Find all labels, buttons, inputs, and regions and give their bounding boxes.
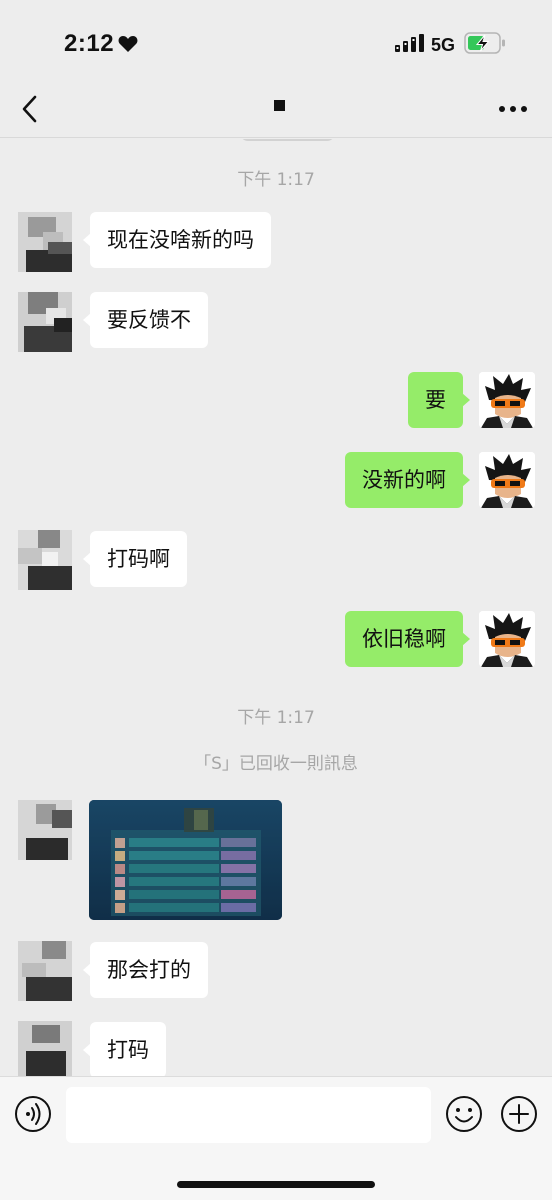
battery-charging-icon bbox=[464, 32, 505, 54]
scroll-edge-line bbox=[240, 139, 335, 141]
message-bubble-incoming[interactable]: 要反馈不 bbox=[83, 292, 208, 348]
contact-avatar[interactable] bbox=[18, 800, 72, 860]
avatar-character-icon bbox=[479, 372, 535, 428]
contact-avatar[interactable] bbox=[18, 292, 72, 352]
chat-title-marker bbox=[274, 100, 285, 111]
message-input[interactable] bbox=[66, 1087, 431, 1143]
heart-icon bbox=[118, 36, 138, 52]
contact-avatar[interactable] bbox=[18, 530, 72, 590]
back-icon[interactable] bbox=[18, 94, 42, 124]
timestamp: 下午 1:17 bbox=[237, 708, 315, 728]
input-bar bbox=[0, 1076, 552, 1200]
message-bubble-incoming[interactable]: 那会打的 bbox=[83, 942, 208, 998]
avatar-character-icon bbox=[479, 452, 535, 508]
emoji-icon[interactable] bbox=[445, 1095, 483, 1133]
message-bubble-incoming[interactable]: 打码 bbox=[83, 1022, 166, 1076]
plus-icon[interactable] bbox=[500, 1095, 538, 1133]
message-bubble-incoming[interactable]: 打码啊 bbox=[83, 531, 187, 587]
message-bubble-outgoing[interactable]: 没新的啊 bbox=[345, 452, 470, 508]
contact-avatar[interactable] bbox=[18, 212, 72, 272]
more-options-icon[interactable] bbox=[498, 102, 528, 116]
timestamp: 下午 1:17 bbox=[237, 170, 315, 190]
contact-avatar[interactable] bbox=[18, 941, 72, 1001]
screenshot-thumbnail bbox=[89, 800, 282, 920]
message-bubble-outgoing[interactable]: 依旧稳啊 bbox=[345, 611, 470, 667]
recall-notice: 「S」已回收一則訊息 bbox=[194, 754, 358, 774]
message-list[interactable]: 下午 1:17 现在没啥新的吗 要反馈不 要 没新的啊 打码啊 依旧稳啊 下午 … bbox=[0, 139, 552, 1076]
network-label: 5G bbox=[431, 35, 456, 55]
my-avatar[interactable] bbox=[479, 611, 535, 667]
home-indicator bbox=[177, 1181, 375, 1188]
status-time: 2:12 bbox=[64, 30, 115, 57]
message-bubble-outgoing[interactable]: 要 bbox=[408, 372, 470, 428]
image-message[interactable] bbox=[89, 800, 282, 920]
contact-avatar[interactable] bbox=[18, 1021, 72, 1076]
my-avatar[interactable] bbox=[479, 452, 535, 508]
message-bubble-incoming[interactable]: 现在没啥新的吗 bbox=[83, 212, 271, 268]
avatar-character-icon bbox=[479, 611, 535, 667]
voice-icon[interactable] bbox=[14, 1095, 52, 1133]
my-avatar[interactable] bbox=[479, 372, 535, 428]
status-bar: 2:12 5G bbox=[0, 0, 552, 80]
signal-strength-icon bbox=[395, 34, 424, 52]
